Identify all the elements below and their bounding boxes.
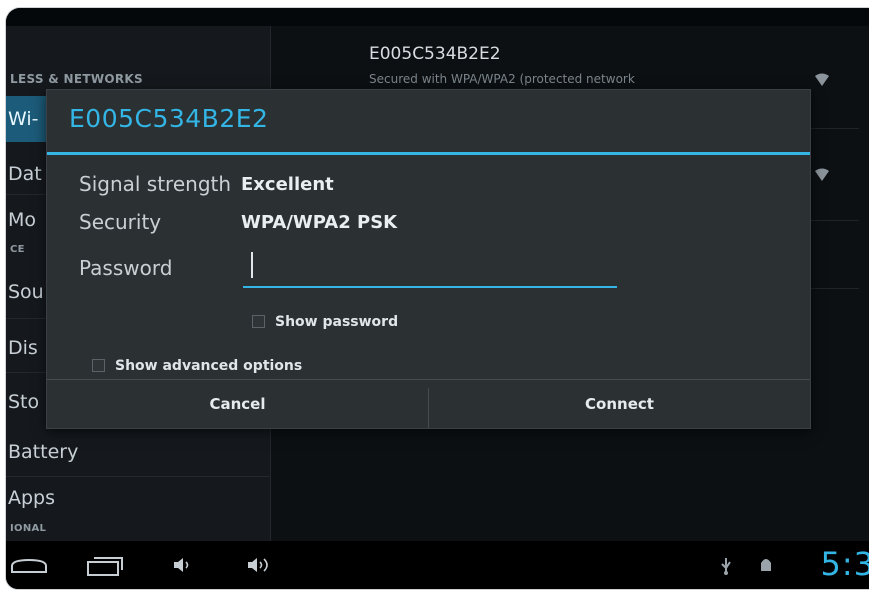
- network-security-summary: Secured with WPA/WPA2 (protected network: [369, 72, 635, 86]
- volume-up-icon[interactable]: [246, 555, 274, 575]
- wifi-signal-icon: [815, 73, 829, 86]
- wifi-signal-icon: [815, 168, 829, 181]
- navigation-bar: 5:3: [6, 541, 869, 589]
- tablet-screen: LESS & NETWORKS Wi- Dat Mo CE Sou Dis St…: [6, 8, 869, 589]
- clock: 5:3: [820, 545, 869, 583]
- volume-down-icon[interactable]: [172, 556, 194, 574]
- show-password-checkbox[interactable]: [252, 315, 265, 328]
- show-password-label[interactable]: Show password: [275, 314, 398, 330]
- top-bar: [6, 8, 869, 26]
- back-icon[interactable]: [10, 557, 48, 575]
- dialog-title: E005C534B2E2: [69, 104, 269, 133]
- security-value: WPA/WPA2 PSK: [241, 212, 398, 233]
- category-wireless-networks: LESS & NETWORKS: [10, 72, 143, 86]
- settings-item-battery[interactable]: Battery: [6, 432, 272, 472]
- signal-strength-label: Signal strength: [79, 172, 232, 196]
- divider: [6, 476, 270, 477]
- show-advanced-options-checkbox[interactable]: [92, 359, 105, 372]
- dialog-button-bar: Cancel Connect: [47, 379, 810, 428]
- text-cursor: [251, 252, 253, 278]
- password-input[interactable]: [243, 248, 617, 288]
- wifi-connect-dialog: E005C534B2E2 Signal strength Excellent S…: [46, 89, 811, 429]
- cancel-button[interactable]: Cancel: [47, 380, 428, 428]
- category-personal: IONAL: [10, 523, 47, 534]
- connect-button[interactable]: Connect: [429, 380, 810, 428]
- security-label: Security: [79, 210, 162, 234]
- usb-icon: [721, 558, 731, 575]
- title-divider: [47, 152, 810, 155]
- signal-strength-value: Excellent: [241, 174, 334, 195]
- password-label: Password: [79, 256, 173, 280]
- settings-item-apps[interactable]: Apps: [6, 478, 272, 518]
- network-name: E005C534B2E2: [369, 44, 501, 64]
- android-debug-icon: [761, 559, 771, 571]
- home-icon[interactable]: [86, 555, 124, 577]
- show-advanced-options-label[interactable]: Show advanced options: [115, 358, 302, 374]
- category-device: CE: [10, 244, 25, 255]
